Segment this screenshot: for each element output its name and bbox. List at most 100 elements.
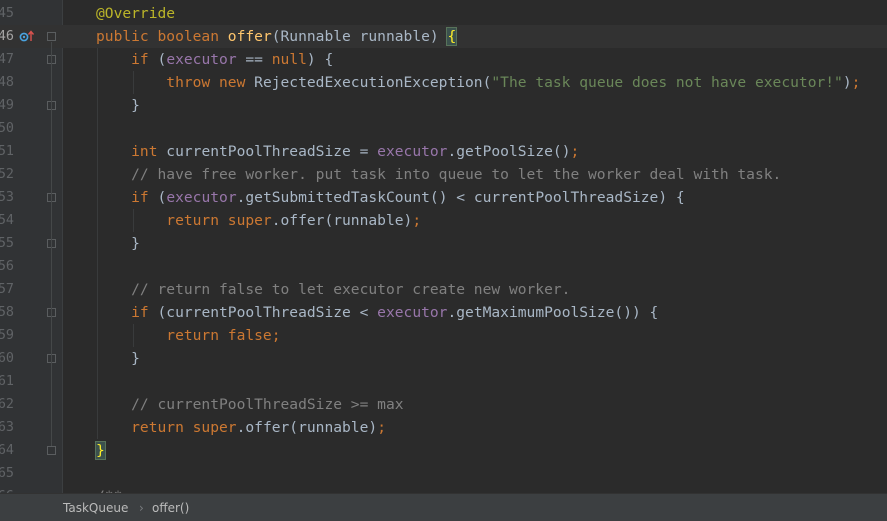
line-number[interactable]: 62 xyxy=(0,393,14,416)
code-token: @Override xyxy=(96,5,176,22)
code-token: executor xyxy=(377,143,448,160)
line-number[interactable]: 63 xyxy=(0,416,14,439)
code-token: .getSubmittedTaskCount() < currentPoolTh… xyxy=(236,189,685,206)
code-line[interactable]: 50 xyxy=(0,117,887,140)
line-number[interactable]: 66 xyxy=(0,485,14,493)
code-text[interactable]: // return false to let executor create n… xyxy=(96,278,570,301)
code-token: throw new xyxy=(96,74,255,91)
code-token: ) xyxy=(842,74,852,91)
code-token: ; xyxy=(570,143,580,160)
code-token: ; xyxy=(377,419,386,436)
code-line[interactable]: 60 } xyxy=(0,347,887,370)
line-number[interactable]: 50 xyxy=(0,117,14,140)
code-text[interactable]: // have free worker. put task into queue… xyxy=(96,163,781,186)
code-line[interactable]: 49 } xyxy=(0,94,887,117)
code-line[interactable]: 45 @Override xyxy=(0,2,887,25)
code-text[interactable]: if (executor.getSubmittedTaskCount() < c… xyxy=(96,186,685,209)
line-number[interactable]: 56 xyxy=(0,255,14,278)
line-number[interactable]: 65 xyxy=(0,462,14,485)
code-text[interactable]: @Override xyxy=(96,2,175,25)
line-number[interactable]: 47 xyxy=(0,48,14,71)
code-text[interactable]: } xyxy=(95,439,106,462)
breadcrumb-method[interactable]: offer() xyxy=(152,494,189,521)
code-token: int xyxy=(96,143,167,160)
line-number[interactable]: 58 xyxy=(0,301,14,324)
line-number[interactable]: 49 xyxy=(0,94,14,117)
line-number[interactable]: 45 xyxy=(0,2,14,25)
code-line[interactable]: 53 if (executor.getSubmittedTaskCount() … xyxy=(0,186,887,209)
fold-marker-icon[interactable] xyxy=(47,446,56,455)
code-token: currentPoolThreadSize = xyxy=(166,143,378,160)
code-text[interactable]: } xyxy=(96,232,140,255)
code-editor[interactable]: 45 @Override 46 public boolean offer(Runnab… xyxy=(0,0,887,493)
line-number[interactable]: 48 xyxy=(0,71,14,94)
code-text[interactable]: return false; xyxy=(96,324,281,347)
code-line[interactable]: 51 int currentPoolThreadSize = executor.… xyxy=(0,140,887,163)
fold-guide-line xyxy=(51,42,52,446)
code-line[interactable]: 55 } xyxy=(0,232,887,255)
fold-marker-icon[interactable] xyxy=(47,32,56,41)
line-number[interactable]: 64 xyxy=(0,439,14,462)
indent-guide xyxy=(97,48,98,439)
code-text[interactable]: /** xyxy=(96,485,122,493)
line-number[interactable]: 60 xyxy=(0,347,14,370)
code-token: (currentPoolThreadSize < xyxy=(157,304,378,321)
code-line[interactable]: 63 return super.offer(runnable); xyxy=(0,416,887,439)
breadcrumb-separator: › xyxy=(139,501,144,515)
code-token: if xyxy=(96,189,158,206)
indent-guide xyxy=(133,324,134,347)
code-token: if xyxy=(96,304,158,321)
code-line[interactable]: 57 // return false to let executor creat… xyxy=(0,278,887,301)
code-token: // currentPoolThreadSize >= max xyxy=(96,396,404,413)
code-token: .offer(runnable) xyxy=(271,212,413,229)
code-text[interactable]: int currentPoolThreadSize = executor.get… xyxy=(96,140,579,163)
code-token: ) { xyxy=(306,51,334,68)
breadcrumb-bar: TaskQueue › offer() xyxy=(0,493,887,521)
code-token: } xyxy=(96,235,140,252)
line-number[interactable]: 57 xyxy=(0,278,14,301)
line-number[interactable]: 54 xyxy=(0,209,14,232)
line-number[interactable]: 55 xyxy=(0,232,14,255)
code-text[interactable]: if (executor == null) { xyxy=(96,48,333,71)
code-token: return false; xyxy=(96,327,281,344)
code-text[interactable]: // currentPoolThreadSize >= max xyxy=(96,393,404,416)
code-line[interactable]: 47 if (executor == null) { xyxy=(0,48,887,71)
line-number[interactable]: 46 xyxy=(0,25,14,48)
code-text[interactable]: if (currentPoolThreadSize < executor.get… xyxy=(96,301,658,324)
code-text[interactable]: return super.offer(runnable); xyxy=(96,209,421,232)
code-token: ; xyxy=(851,74,861,91)
code-line[interactable]: 58 if (currentPoolThreadSize < executor.… xyxy=(0,301,887,324)
code-line[interactable]: 64} xyxy=(0,439,887,462)
code-line[interactable]: 65 xyxy=(0,462,887,485)
code-text[interactable]: throw new RejectedExecutionException("Th… xyxy=(96,71,860,94)
code-token: RejectedExecutionException( xyxy=(254,74,492,91)
line-number[interactable]: 51 xyxy=(0,140,14,163)
override-up-arrow-icon[interactable] xyxy=(19,29,35,43)
breadcrumb-class[interactable]: TaskQueue xyxy=(63,494,128,521)
code-line[interactable]: 61 xyxy=(0,370,887,393)
code-token: ; xyxy=(412,212,422,229)
code-token: .getMaximumPoolSize()) { xyxy=(447,304,659,321)
matched-brace: { xyxy=(446,27,458,46)
code-text[interactable]: } xyxy=(96,347,140,370)
code-token: return super xyxy=(96,212,272,229)
code-text[interactable]: } xyxy=(96,94,140,117)
code-token: executor xyxy=(166,189,237,206)
code-token: == xyxy=(236,51,272,68)
indent-guide xyxy=(133,71,134,94)
line-number[interactable]: 61 xyxy=(0,370,14,393)
code-line[interactable]: 56 xyxy=(0,255,887,278)
code-token: "The task queue does not have executor!" xyxy=(491,74,843,91)
code-text[interactable]: return super.offer(runnable); xyxy=(96,416,386,439)
code-token: // return false to let executor create n… xyxy=(96,281,571,298)
code-token: // have free worker. put task into queue… xyxy=(96,166,782,183)
code-token: } xyxy=(96,97,140,114)
line-number[interactable]: 59 xyxy=(0,324,14,347)
code-text[interactable]: public boolean offer(Runnable runnable) … xyxy=(96,25,458,48)
code-line[interactable]: 46 public boolean offer(Runnable runnable… xyxy=(0,25,887,48)
line-number[interactable]: 53 xyxy=(0,186,14,209)
line-number[interactable]: 52 xyxy=(0,163,14,186)
code-line[interactable]: 52 // have free worker. put task into qu… xyxy=(0,163,887,186)
code-line[interactable]: 62 // currentPoolThreadSize >= max xyxy=(0,393,887,416)
code-line[interactable]: 66 /** xyxy=(0,485,887,493)
